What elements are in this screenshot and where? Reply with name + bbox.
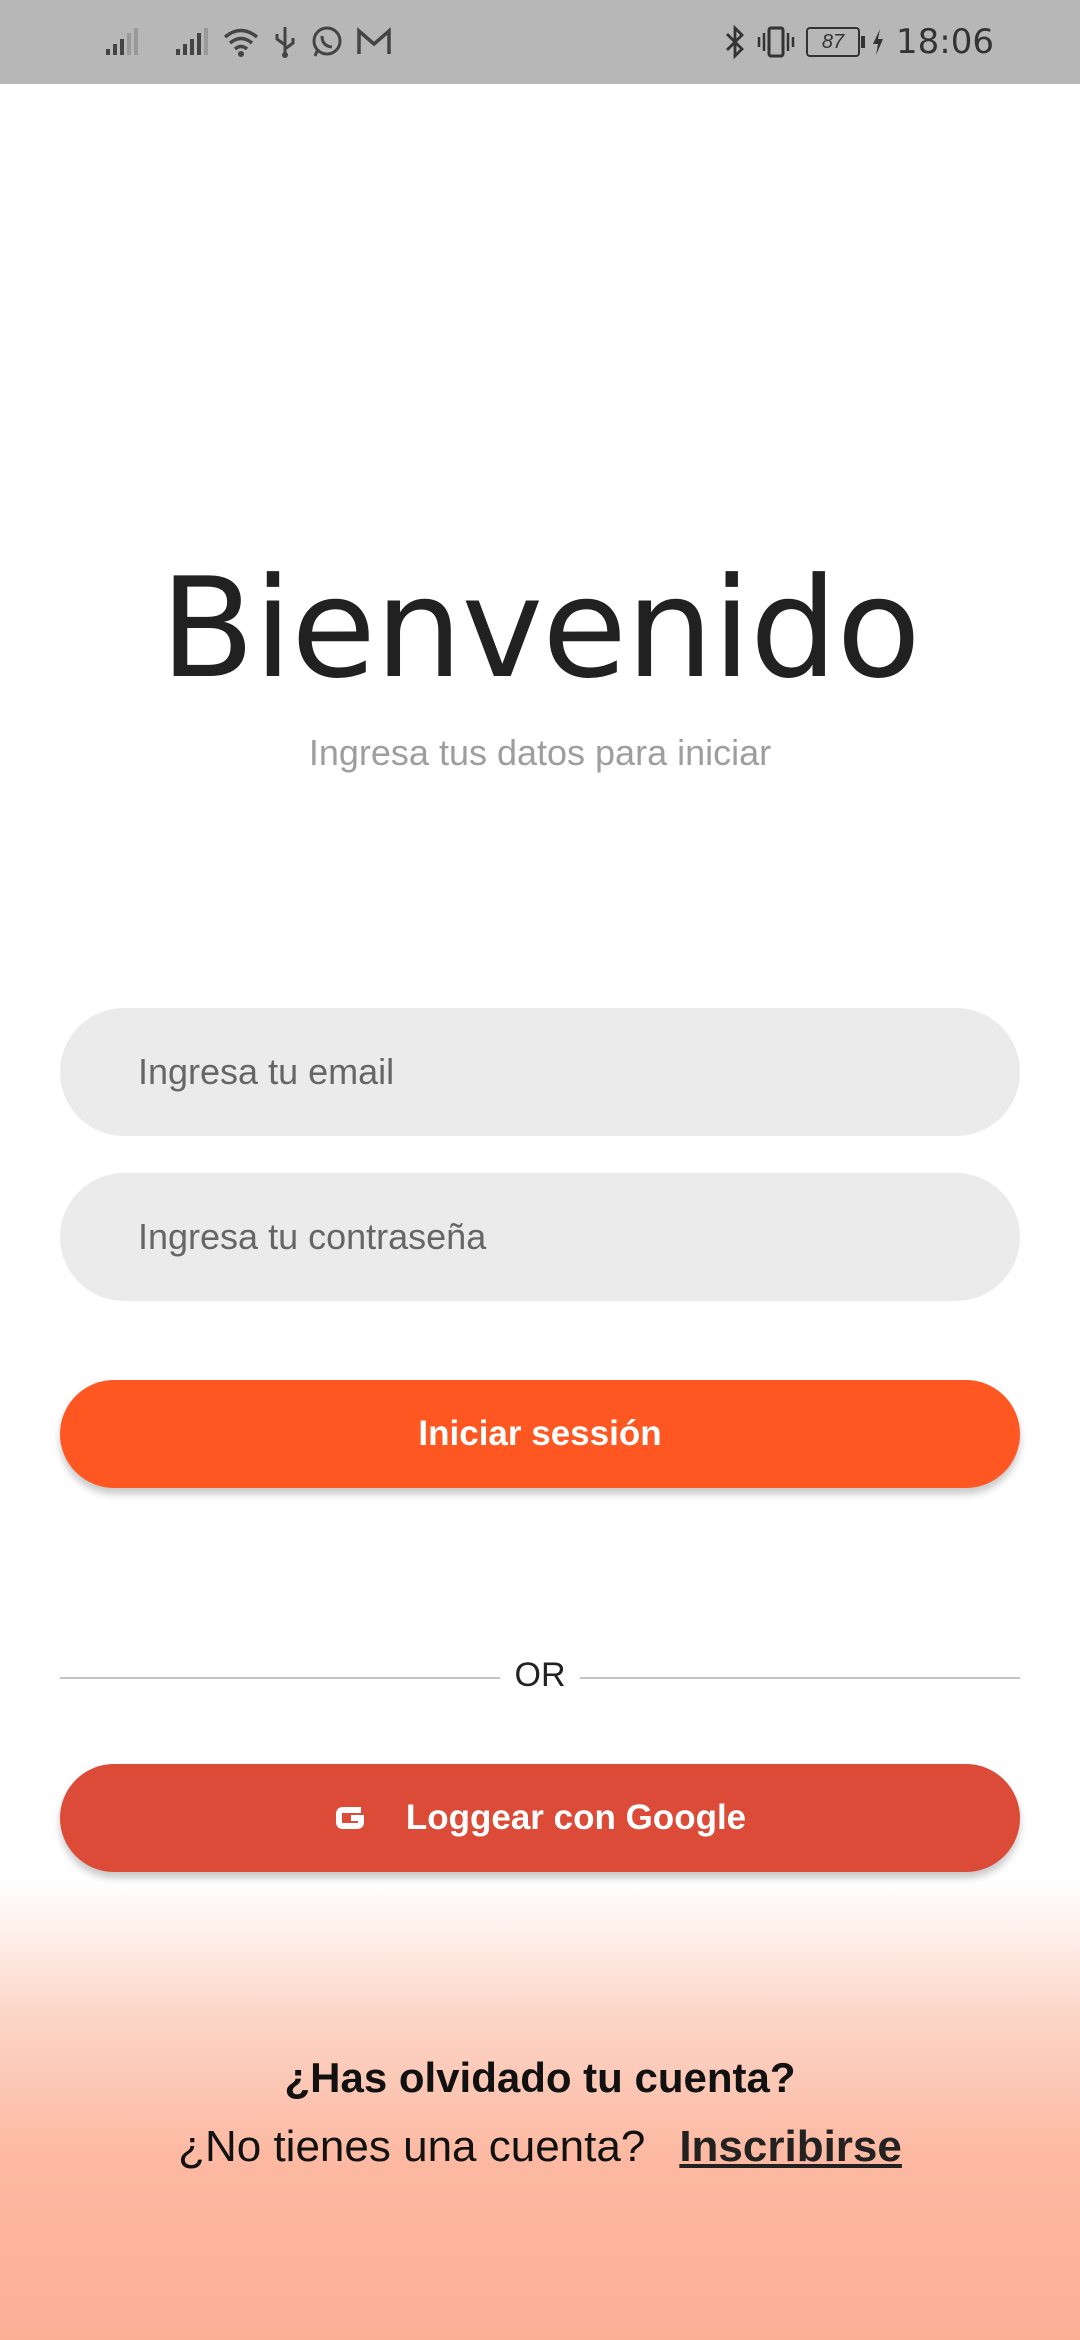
login-button[interactable]: Iniciar sessión	[60, 1380, 1020, 1488]
divider-line-left	[60, 1677, 500, 1679]
page-subtitle: Ingresa tus datos para iniciar	[308, 732, 772, 773]
signup-row: ¿No tienes una cuenta? Inscribirse	[0, 2122, 1080, 2172]
gmail-icon	[357, 27, 391, 54]
whatsapp-icon	[312, 26, 342, 57]
signal-icon	[106, 28, 138, 55]
usb-icon	[275, 27, 295, 58]
battery-icon: 87	[806, 27, 866, 57]
battery-level: 87	[821, 31, 845, 53]
status-bar-left	[104, 20, 392, 64]
clock: 18:06	[896, 22, 994, 62]
bluetooth-icon	[726, 25, 744, 59]
or-divider-label: OR	[514, 1656, 566, 1694]
google-login-button[interactable]: Loggear con Google	[60, 1764, 1020, 1872]
charging-icon	[873, 29, 884, 55]
status-bar-right: 87 18:06	[724, 20, 994, 64]
google-icon	[335, 1807, 364, 1829]
status-bar: 87 18:06	[0, 0, 1080, 84]
google-login-label: Loggear con Google	[405, 1798, 747, 1837]
wifi-icon	[223, 28, 259, 57]
signup-link[interactable]: Inscribirse	[679, 2122, 902, 2172]
footer-gradient	[0, 1880, 1080, 2340]
forgot-account-link[interactable]: ¿Has olvidado tu cuenta?	[0, 2054, 1080, 2102]
divider-line-right	[580, 1677, 1020, 1679]
page-title: Bienvenido	[160, 548, 921, 709]
no-account-text: ¿No tienes una cuenta?	[178, 2122, 646, 2171]
login-button-label: Iniciar sessión	[418, 1414, 662, 1453]
password-field[interactable]	[60, 1173, 1020, 1301]
vibrate-icon	[757, 26, 795, 58]
signal-icon	[176, 28, 208, 55]
email-field[interactable]	[60, 1008, 1020, 1136]
